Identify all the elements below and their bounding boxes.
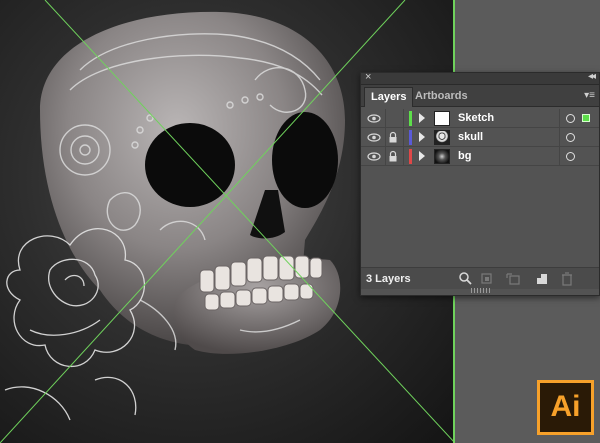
layer-thumbnail	[434, 149, 450, 164]
column-divider	[403, 109, 404, 128]
panel-tabbar: Layers Artboards ▾≡	[361, 85, 599, 107]
panel-footer: 3 Layers	[361, 267, 599, 289]
expand-triangle-icon[interactable]	[419, 132, 425, 142]
panel-titlebar[interactable]: × ◂◂	[361, 71, 599, 85]
layer-row-skull[interactable]: skull	[361, 128, 599, 147]
left-eye-socket	[145, 123, 235, 207]
selection-indicator[interactable]	[582, 114, 590, 122]
layer-row-sketch[interactable]: Sketch	[361, 109, 599, 128]
column-divider	[559, 109, 560, 128]
visibility-eye-icon[interactable]	[367, 147, 383, 166]
visibility-eye-icon[interactable]	[367, 109, 383, 128]
layer-thumbnail	[434, 130, 450, 145]
expand-triangle-icon[interactable]	[419, 151, 425, 161]
expand-triangle-icon[interactable]	[419, 113, 425, 123]
layer-name[interactable]: Sketch	[458, 112, 494, 124]
layer-color-swatch	[409, 149, 412, 164]
column-divider	[559, 147, 560, 166]
tab-artboards[interactable]: Artboards	[409, 87, 474, 107]
locate-object-icon[interactable]	[457, 271, 473, 287]
column-divider	[559, 128, 560, 147]
layer-row-bg[interactable]: bg	[361, 147, 599, 166]
collapse-icon[interactable]: ◂◂	[588, 71, 596, 82]
tab-layers[interactable]: Layers	[364, 87, 414, 107]
illustrator-logo: Ai	[537, 380, 594, 435]
layers-panel[interactable]: × ◂◂ Layers Artboards ▾≡ Sketch skull bg…	[360, 71, 600, 296]
panel-menu-icon[interactable]: ▾≡	[584, 90, 595, 101]
layer-count: 3 Layers	[366, 273, 411, 285]
lock-icon[interactable]	[387, 147, 401, 166]
right-eye-socket	[272, 112, 338, 208]
column-divider	[403, 147, 404, 166]
column-divider	[403, 128, 404, 147]
column-divider	[385, 109, 386, 128]
column-divider	[385, 147, 386, 166]
make-clipping-mask-icon[interactable]	[479, 271, 495, 287]
layer-name[interactable]: bg	[458, 150, 471, 162]
layer-thumbnail	[434, 111, 450, 126]
illustrator-logo-text: Ai	[540, 383, 591, 432]
layer-color-swatch	[409, 130, 412, 145]
target-circle-icon[interactable]	[566, 152, 575, 161]
visibility-eye-icon[interactable]	[367, 128, 383, 147]
layer-list: Sketch skull bg	[361, 109, 599, 251]
target-circle-icon[interactable]	[566, 114, 575, 123]
target-circle-icon[interactable]	[566, 133, 575, 142]
layer-color-swatch	[409, 111, 412, 126]
lock-icon[interactable]	[387, 128, 401, 147]
panel-resize-grip[interactable]	[471, 288, 491, 293]
create-sublayer-icon[interactable]	[505, 271, 521, 287]
layer-name[interactable]: skull	[458, 131, 483, 143]
lock-toggle-empty[interactable]	[387, 109, 401, 128]
column-divider	[385, 128, 386, 147]
new-layer-icon[interactable]	[534, 271, 550, 287]
close-icon[interactable]: ×	[365, 71, 371, 83]
delete-icon[interactable]	[559, 271, 575, 287]
